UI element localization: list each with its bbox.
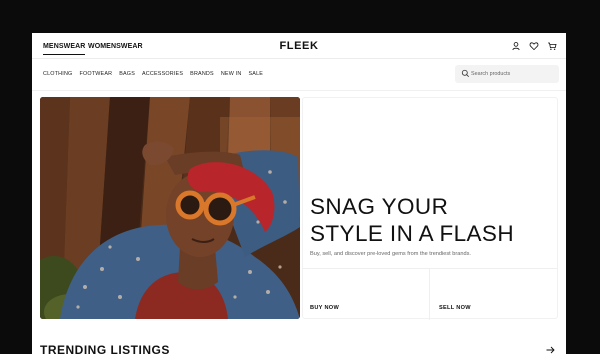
search-icon — [461, 69, 470, 78]
search-input[interactable] — [471, 65, 555, 83]
sell-now-label: SELL NOW — [439, 305, 471, 311]
hero-subline: Buy, sell, and discover pre-loved gems f… — [310, 251, 471, 257]
hero-headline: SNAG YOUR STYLE IN A FLASH — [310, 193, 514, 247]
buy-now-label: BUY NOW — [310, 305, 340, 311]
buy-now-button[interactable]: BUY NOW — [303, 269, 430, 320]
nav-item-clothing[interactable]: CLOTHING — [43, 71, 72, 81]
hero-headline-line2: STYLE IN A FLASH — [310, 221, 514, 246]
nav-divider — [32, 90, 566, 91]
hero-panel: SNAG YOUR STYLE IN A FLASH Buy, sell, an… — [302, 97, 558, 320]
nav-item-footwear[interactable]: FOOTWEAR — [79, 71, 112, 81]
cart-icon[interactable] — [547, 41, 557, 51]
search-bar[interactable] — [455, 65, 559, 83]
brand-logo[interactable]: FLEEK — [32, 40, 566, 52]
trending-title: TRENDING LISTINGS — [40, 343, 170, 354]
nav-item-brands[interactable]: BRANDS — [190, 71, 214, 81]
hero-headline-line1: SNAG YOUR — [310, 194, 449, 219]
hero-image — [40, 97, 300, 319]
nav-item-bags[interactable]: BAGS — [119, 71, 135, 81]
cta-row: BUY NOW SELL NOW — [303, 268, 557, 320]
nav-item-new-in[interactable]: NEW IN — [221, 71, 242, 81]
arrow-right-icon[interactable] — [546, 346, 555, 354]
top-header: MENSWEAR WOMENSWEAR FLEEK — [32, 33, 566, 59]
nav-item-sale[interactable]: SALE — [249, 71, 264, 81]
sell-now-button[interactable]: SELL NOW — [431, 269, 557, 320]
page-frame: MENSWEAR WOMENSWEAR FLEEK CLOTHING FOOTW… — [32, 33, 566, 354]
category-nav: CLOTHING FOOTWEAR BAGS ACCESSORIES BRAND… — [43, 71, 263, 81]
nav-item-accessories[interactable]: ACCESSORIES — [142, 71, 183, 81]
user-icon[interactable] — [511, 41, 521, 51]
heart-icon[interactable] — [529, 41, 539, 51]
